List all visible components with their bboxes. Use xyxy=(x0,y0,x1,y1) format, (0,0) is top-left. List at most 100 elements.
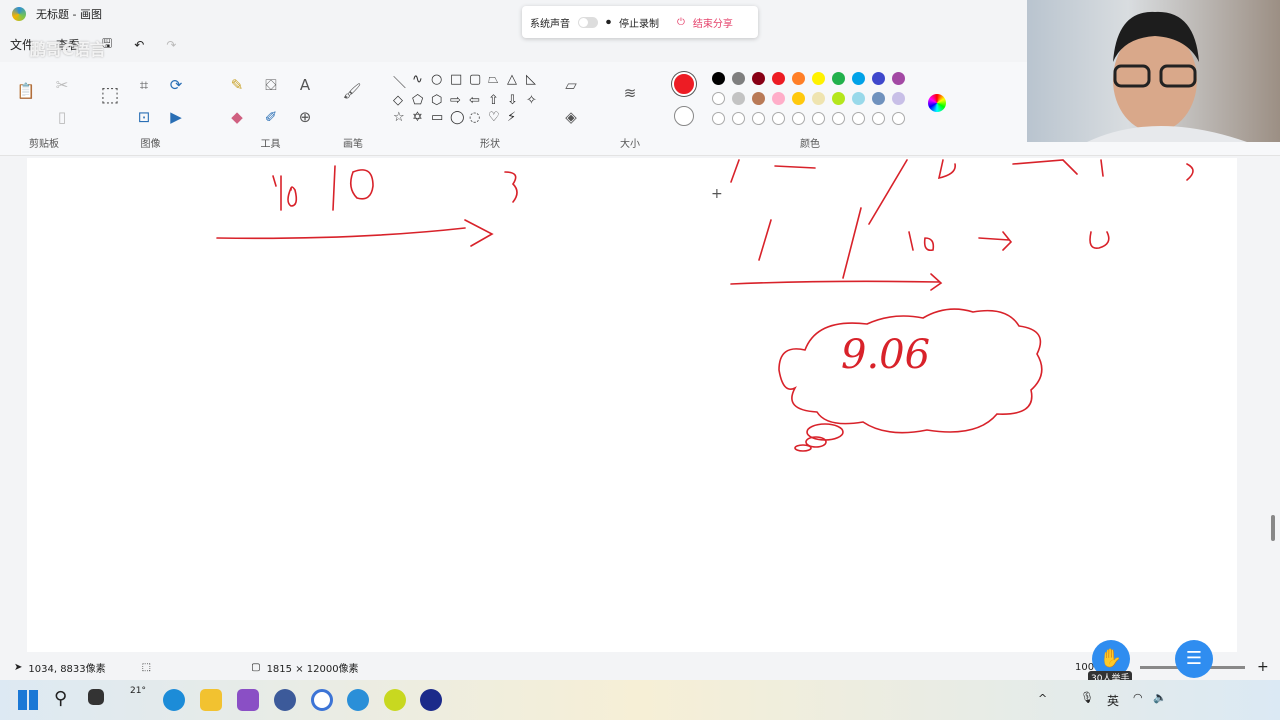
color-picker-icon[interactable]: ✐ xyxy=(261,108,281,126)
color-swatch[interactable] xyxy=(832,72,845,85)
color-swatch[interactable] xyxy=(852,72,865,85)
color-swatch[interactable] xyxy=(832,92,845,105)
tray-chevron-icon[interactable]: ^ xyxy=(1038,692,1047,705)
shape-tool[interactable]: ○ xyxy=(431,72,450,91)
shape-fill-icon[interactable]: ◈ xyxy=(561,108,581,126)
shape-tool[interactable]: ✧ xyxy=(526,93,545,108)
zoom-in-icon[interactable]: + xyxy=(1257,659,1269,675)
pencil-icon[interactable]: ✎ xyxy=(227,76,247,94)
shape-tool[interactable]: ⬠ xyxy=(412,93,431,108)
power-icon[interactable]: ⏻ xyxy=(677,17,685,28)
paint-icon[interactable] xyxy=(347,689,369,711)
shape-tool[interactable]: ▭ xyxy=(431,110,450,125)
fill-icon[interactable]: ⛋ xyxy=(261,76,281,94)
shape-tool[interactable]: ⇦ xyxy=(469,93,488,108)
color-swatch[interactable] xyxy=(872,112,885,125)
color-swatch[interactable] xyxy=(812,92,825,105)
vertical-scrollbar[interactable] xyxy=(1271,515,1275,541)
redo-icon[interactable]: ↷ xyxy=(166,38,176,52)
shape-tool[interactable]: ＼ xyxy=(393,72,412,91)
shape-tool[interactable]: ⇧ xyxy=(488,93,507,108)
cut-icon[interactable]: ✂ xyxy=(52,76,72,94)
color-swatch[interactable] xyxy=(772,92,785,105)
app-icon-3[interactable] xyxy=(384,689,406,711)
color-swatch[interactable] xyxy=(892,72,905,85)
shape-tool[interactable]: ✡ xyxy=(412,110,431,125)
shape-tool[interactable]: ⇩ xyxy=(507,93,526,108)
chat-button[interactable]: ☰ xyxy=(1175,640,1213,678)
color-swatch[interactable] xyxy=(872,72,885,85)
flip-icon[interactable]: ▶ xyxy=(166,108,186,126)
shape-tool[interactable]: ☆ xyxy=(393,110,412,125)
select-icon[interactable]: ⬚ xyxy=(100,82,120,106)
color-swatch[interactable] xyxy=(852,112,865,125)
magnifier-icon[interactable]: ⊕ xyxy=(295,108,315,126)
drawing-canvas[interactable]: 9.06 + xyxy=(27,158,1237,652)
shape-tool[interactable]: ⇨ xyxy=(450,93,469,108)
color-swatch[interactable] xyxy=(752,92,765,105)
shape-tool[interactable]: ⏢ xyxy=(488,72,507,91)
rotate-icon[interactable]: ⟳ xyxy=(166,76,186,94)
line-width-icon[interactable]: ≋ xyxy=(620,84,640,102)
color-swatch[interactable] xyxy=(792,112,805,125)
stop-record-icon[interactable]: ⏺ xyxy=(606,17,611,28)
visual-studio-icon[interactable] xyxy=(237,689,259,711)
edit-colors-icon[interactable] xyxy=(928,94,946,112)
color-swatch[interactable] xyxy=(832,112,845,125)
paste-icon[interactable]: 📋 xyxy=(16,82,36,100)
color-swatch[interactable] xyxy=(732,112,745,125)
color-swatch[interactable] xyxy=(892,92,905,105)
color-swatch[interactable] xyxy=(772,72,785,85)
volume-icon[interactable]: 🔈 xyxy=(1153,691,1167,704)
color-swatch[interactable] xyxy=(732,92,745,105)
color-swatch[interactable] xyxy=(712,112,725,125)
app-icon-1[interactable] xyxy=(274,689,296,711)
start-icon[interactable] xyxy=(18,690,38,710)
color1-button[interactable] xyxy=(672,72,696,96)
color-swatch[interactable] xyxy=(772,112,785,125)
color-swatch[interactable] xyxy=(892,112,905,125)
app-icon-4[interactable] xyxy=(420,689,442,711)
color-swatch[interactable] xyxy=(852,92,865,105)
color-swatch[interactable] xyxy=(812,72,825,85)
color-swatch[interactable] xyxy=(792,72,805,85)
file-explorer-icon[interactable] xyxy=(200,689,222,711)
ime-indicator[interactable]: 英 xyxy=(1107,692,1119,709)
stop-recording-button[interactable]: 停止录制 xyxy=(619,15,659,30)
resize-icon[interactable]: ⊡ xyxy=(134,108,154,126)
wifi-icon[interactable]: ◠ xyxy=(1133,691,1143,704)
shape-tool[interactable]: ◇ xyxy=(393,93,412,108)
shape-tool[interactable]: □ xyxy=(450,72,469,91)
text-icon[interactable]: A xyxy=(295,76,315,94)
color-swatch[interactable] xyxy=(872,92,885,105)
color-swatch[interactable] xyxy=(712,92,725,105)
shape-tool[interactable]: ⚡ xyxy=(507,110,526,125)
color2-button[interactable] xyxy=(674,106,694,126)
color-swatch[interactable] xyxy=(812,112,825,125)
shape-tool[interactable]: ◯ xyxy=(450,110,469,125)
copy-icon[interactable]: ▯ xyxy=(52,108,72,126)
search-icon[interactable]: ⚲ xyxy=(54,688,67,709)
shape-tool[interactable]: ⬡ xyxy=(431,93,450,108)
brush-icon[interactable]: 🖌 xyxy=(342,82,362,100)
color-swatch[interactable] xyxy=(752,72,765,85)
undo-icon[interactable]: ↶ xyxy=(134,38,144,52)
mic-icon[interactable]: 🎙 xyxy=(1080,691,1094,704)
color-swatch[interactable] xyxy=(792,92,805,105)
task-view-icon[interactable] xyxy=(88,689,104,705)
edge-icon[interactable] xyxy=(163,689,185,711)
crop-icon[interactable]: ⌗ xyxy=(134,76,154,94)
outline-icon[interactable]: ▱ xyxy=(561,76,581,94)
shape-tool[interactable]: ◺ xyxy=(526,72,545,91)
end-share-button[interactable]: 结束分享 xyxy=(693,15,733,30)
color-swatch[interactable] xyxy=(712,72,725,85)
app-icon-2[interactable] xyxy=(311,689,333,711)
shape-tool[interactable]: ∿ xyxy=(412,72,431,91)
shape-tool[interactable]: ▢ xyxy=(469,72,488,91)
color-swatch[interactable] xyxy=(732,72,745,85)
weather-icon[interactable]: 21° xyxy=(130,686,146,696)
shape-tool[interactable]: ♡ xyxy=(488,110,507,125)
color-swatch[interactable] xyxy=(752,112,765,125)
system-sound-toggle[interactable] xyxy=(578,16,598,28)
eraser-icon[interactable]: ◆ xyxy=(227,108,247,126)
